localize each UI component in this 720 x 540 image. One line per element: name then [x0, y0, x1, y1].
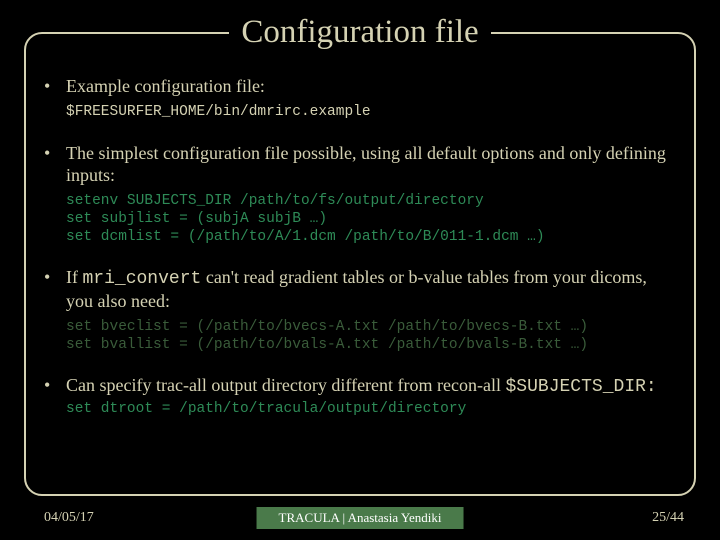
slide-footer: 04/05/17 TRACULA | Anastasia Yendiki 25/… — [0, 506, 720, 530]
bullet-dot-icon: • — [44, 75, 66, 97]
code-block: setenv SUBJECTS_DIR /path/to/fs/output/d… — [66, 192, 676, 246]
bullet-item: • The simplest configuration file possib… — [44, 142, 676, 186]
footer-page-number: 25/44 — [652, 510, 684, 526]
bullet-subline: $FREESURFER_HOME/bin/dmrirc.example — [66, 103, 676, 121]
bullet-text: Example configuration file: — [66, 75, 676, 97]
bullet-text-pre: If — [66, 267, 83, 287]
bullet-item: • Can specify trac-all output directory … — [44, 374, 676, 398]
bullet-item: • Example configuration file: — [44, 75, 676, 97]
bullet-dot-icon: • — [44, 374, 66, 396]
title-wrap: Configuration file — [0, 14, 720, 51]
bullet-dot-icon: • — [44, 142, 66, 164]
bullet-text-main: Can specify trac-all output directory di… — [66, 375, 506, 395]
slide-content: • Example configuration file: $FREESURFE… — [44, 75, 676, 482]
inline-code: $SUBJECTS_DIR: — [506, 377, 657, 397]
inline-code: mri_convert — [83, 269, 202, 289]
footer-title: TRACULA | Anastasia Yendiki — [257, 507, 464, 529]
bullet-dot-icon: • — [44, 266, 66, 288]
code-block: set bveclist = (/path/to/bvecs-A.txt /pa… — [66, 318, 676, 354]
bullet-item: • If mri_convert can't read gradient tab… — [44, 266, 676, 312]
bullet-text: Can specify trac-all output directory di… — [66, 374, 676, 398]
bullet-text: If mri_convert can't read gradient table… — [66, 266, 676, 312]
slide-title: Configuration file — [241, 14, 478, 51]
slide: Configuration file • Example configurati… — [0, 0, 720, 540]
footer-date: 04/05/17 — [44, 510, 94, 526]
bullet-text: The simplest configuration file possible… — [66, 142, 676, 186]
code-line: set dtroot = /path/to/tracula/output/dir… — [66, 400, 676, 418]
